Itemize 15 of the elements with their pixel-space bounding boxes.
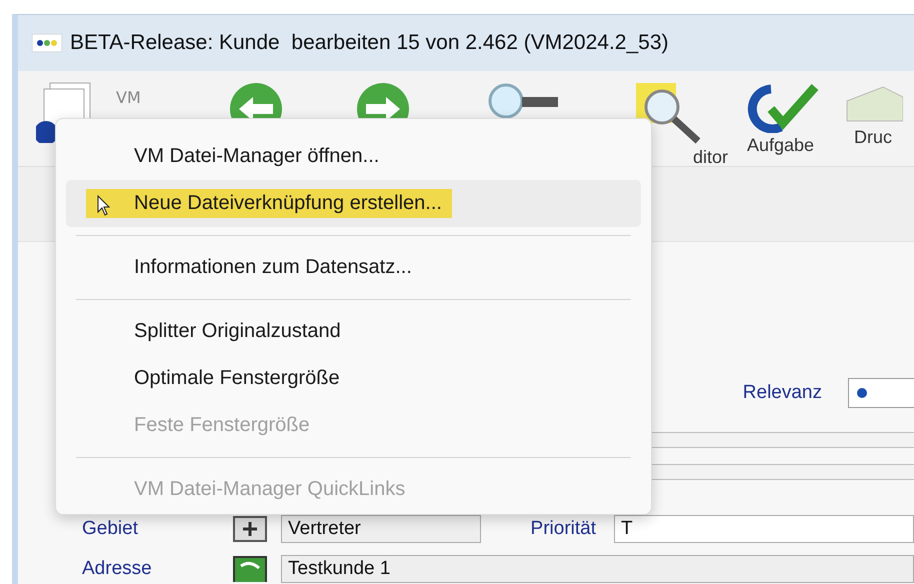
field-label: Relevanz — [742, 382, 822, 404]
menu-item[interactable]: Optimale Fenstergröße — [66, 355, 641, 402]
field-label: Adresse — [81, 558, 153, 580]
window-title: BETA-Release: Kunde bearbeiten 15 von 2.462 (VM2024.2_53) — [70, 31, 668, 55]
menu-item[interactable]: Neue Dateiverknüpfung erstellen... — [66, 180, 641, 227]
menu-item[interactable]: Splitter Originalzustand — [66, 308, 641, 355]
toolbar-button[interactable]: Druc — [833, 81, 913, 148]
input-field[interactable]: Testkunde 1 — [281, 555, 914, 583]
field-label: Priorität — [530, 518, 596, 540]
input-field[interactable]: Vertreter — [281, 515, 481, 543]
menu-item[interactable]: VM Datei-Manager öffnen... — [66, 133, 641, 180]
toolbar-button[interactable]: Aufgabe — [728, 81, 833, 156]
input-field[interactable]: T — [614, 515, 914, 543]
menu-item[interactable]: Informationen zum Datensatz... — [66, 244, 641, 291]
field-label: Gebiet — [81, 518, 139, 540]
